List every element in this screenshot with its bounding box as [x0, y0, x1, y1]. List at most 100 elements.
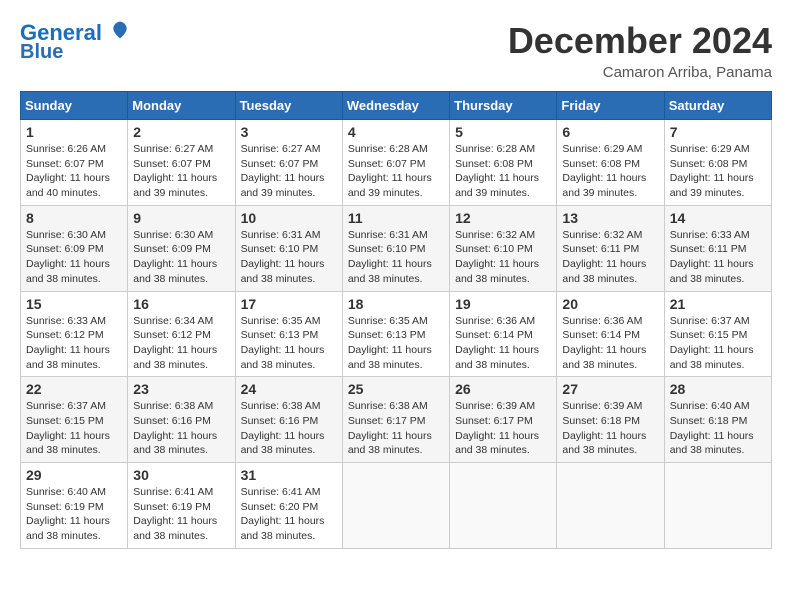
calendar-cell: 28 Sunrise: 6:40 AMSunset: 6:18 PMDayligh…: [664, 377, 771, 463]
calendar-table: SundayMondayTuesdayWednesdayThursdayFrid…: [20, 91, 772, 549]
day-info: Sunrise: 6:32 AMSunset: 6:10 PMDaylight:…: [455, 228, 551, 287]
day-info: Sunrise: 6:36 AMSunset: 6:14 PMDaylight:…: [455, 314, 551, 373]
day-number: 17: [241, 296, 337, 312]
month-title: December 2024: [508, 20, 772, 62]
calendar-day-header: Saturday: [664, 92, 771, 120]
day-info: Sunrise: 6:26 AMSunset: 6:07 PMDaylight:…: [26, 142, 122, 201]
calendar-cell: 23Sunrise: 6:38 AMSunset: 6:16 PMDayligh…: [128, 377, 235, 463]
day-number: 29: [26, 467, 122, 483]
day-info: Sunrise: 6:38 AMSunset: 6:16 PMDaylight:…: [241, 399, 337, 458]
calendar-cell: 13 Sunrise: 6:32 AMSunset: 6:11 PMDayligh…: [557, 205, 664, 291]
day-number: 14: [670, 210, 766, 226]
calendar-day-header: Wednesday: [342, 92, 449, 120]
calendar-cell: 16 Sunrise: 6:34 AMSunset: 6:12 PMDayligh…: [128, 291, 235, 377]
calendar-cell: 10Sunrise: 6:31 AMSunset: 6:10 PMDayligh…: [235, 205, 342, 291]
day-info: Sunrise: 6:34 AMSunset: 6:12 PMDaylight:…: [133, 314, 229, 373]
day-number: 24: [241, 381, 337, 397]
day-number: 30: [133, 467, 229, 483]
calendar-cell: 26 Sunrise: 6:39 AMSunset: 6:17 PMDayligh…: [450, 377, 557, 463]
day-number: 25: [348, 381, 444, 397]
day-number: 1: [26, 124, 122, 140]
calendar-cell: 18 Sunrise: 6:35 AMSunset: 6:13 PMDayligh…: [342, 291, 449, 377]
calendar-cell: 4 Sunrise: 6:28 AMSunset: 6:07 PMDaylight…: [342, 120, 449, 206]
day-info: Sunrise: 6:30 AMSunset: 6:09 PMDaylight:…: [133, 228, 229, 287]
day-number: 31: [241, 467, 337, 483]
calendar-week-row: 8 Sunrise: 6:30 AMSunset: 6:09 PMDaylight…: [21, 205, 772, 291]
day-info: Sunrise: 6:27 AMSunset: 6:07 PMDaylight:…: [241, 142, 337, 201]
calendar-cell: 15Sunrise: 6:33 AMSunset: 6:12 PMDayligh…: [21, 291, 128, 377]
calendar-cell: [664, 463, 771, 549]
day-number: 7: [670, 124, 766, 140]
calendar-day-header: Monday: [128, 92, 235, 120]
day-info: Sunrise: 6:36 AMSunset: 6:14 PMDaylight:…: [562, 314, 658, 373]
day-info: Sunrise: 6:39 AMSunset: 6:17 PMDaylight:…: [455, 399, 551, 458]
calendar-cell: [450, 463, 557, 549]
day-info: Sunrise: 6:31 AMSunset: 6:10 PMDaylight:…: [348, 228, 444, 287]
day-info: Sunrise: 6:39 AMSunset: 6:18 PMDaylight:…: [562, 399, 658, 458]
day-number: 3: [241, 124, 337, 140]
location: Camaron Arriba, Panama: [508, 64, 772, 81]
calendar-cell: 30Sunrise: 6:41 AMSunset: 6:19 PMDayligh…: [128, 463, 235, 549]
day-number: 19: [455, 296, 551, 312]
day-info: Sunrise: 6:28 AMSunset: 6:07 PMDaylight:…: [348, 142, 444, 201]
calendar-week-row: 29 Sunrise: 6:40 AMSunset: 6:19 PMDayligh…: [21, 463, 772, 549]
calendar-cell: 21 Sunrise: 6:37 AMSunset: 6:15 PMDayligh…: [664, 291, 771, 377]
calendar-cell: 8Sunrise: 6:30 AMSunset: 6:09 PMDaylight…: [21, 205, 128, 291]
day-number: 10: [241, 210, 337, 226]
day-info: Sunrise: 6:40 AMSunset: 6:18 PMDaylight:…: [670, 399, 766, 458]
calendar-cell: 31Sunrise: 6:41 AMSunset: 6:20 PMDayligh…: [235, 463, 342, 549]
day-number: 20: [562, 296, 658, 312]
page-header: General Blue December 2024 Camaron Arrib…: [20, 20, 772, 81]
calendar-cell: [557, 463, 664, 549]
calendar-cell: 1 Sunrise: 6:26 AMSunset: 6:07 PMDaylight…: [21, 120, 128, 206]
calendar-header-row: SundayMondayTuesdayWednesdayThursdayFrid…: [21, 92, 772, 120]
calendar-week-row: 1 Sunrise: 6:26 AMSunset: 6:07 PMDaylight…: [21, 120, 772, 206]
calendar-cell: 20 Sunrise: 6:36 AMSunset: 6:14 PMDayligh…: [557, 291, 664, 377]
calendar-cell: 22 Sunrise: 6:37 AMSunset: 6:15 PMDayligh…: [21, 377, 128, 463]
title-area: December 2024 Camaron Arriba, Panama: [508, 20, 772, 81]
calendar-cell: 17Sunrise: 6:35 AMSunset: 6:13 PMDayligh…: [235, 291, 342, 377]
day-number: 21: [670, 296, 766, 312]
day-number: 26: [455, 381, 551, 397]
logo: General Blue: [20, 20, 130, 63]
day-number: 8: [26, 210, 122, 226]
calendar-cell: 27 Sunrise: 6:39 AMSunset: 6:18 PMDayligh…: [557, 377, 664, 463]
day-info: Sunrise: 6:37 AMSunset: 6:15 PMDaylight:…: [26, 399, 122, 458]
day-number: 13: [562, 210, 658, 226]
calendar-cell: [342, 463, 449, 549]
calendar-cell: 3 Sunrise: 6:27 AMSunset: 6:07 PMDaylight…: [235, 120, 342, 206]
day-info: Sunrise: 6:29 AMSunset: 6:08 PMDaylight:…: [670, 142, 766, 201]
day-info: Sunrise: 6:35 AMSunset: 6:13 PMDaylight:…: [348, 314, 444, 373]
day-number: 16: [133, 296, 229, 312]
calendar-cell: 12 Sunrise: 6:32 AMSunset: 6:10 PMDayligh…: [450, 205, 557, 291]
day-info: Sunrise: 6:29 AMSunset: 6:08 PMDaylight:…: [562, 142, 658, 201]
calendar-cell: 6 Sunrise: 6:29 AMSunset: 6:08 PMDaylight…: [557, 120, 664, 206]
day-number: 12: [455, 210, 551, 226]
day-info: Sunrise: 6:32 AMSunset: 6:11 PMDaylight:…: [562, 228, 658, 287]
day-number: 11: [348, 210, 444, 226]
day-info: Sunrise: 6:40 AMSunset: 6:19 PMDaylight:…: [26, 485, 122, 544]
day-number: 22: [26, 381, 122, 397]
calendar-day-header: Tuesday: [235, 92, 342, 120]
day-number: 5: [455, 124, 551, 140]
calendar-day-header: Friday: [557, 92, 664, 120]
day-number: 9: [133, 210, 229, 226]
calendar-cell: 25Sunrise: 6:38 AMSunset: 6:17 PMDayligh…: [342, 377, 449, 463]
calendar-cell: 2Sunrise: 6:27 AMSunset: 6:07 PMDaylight…: [128, 120, 235, 206]
day-info: Sunrise: 6:27 AMSunset: 6:07 PMDaylight:…: [133, 142, 229, 201]
calendar-cell: 7 Sunrise: 6:29 AMSunset: 6:08 PMDaylight…: [664, 120, 771, 206]
day-number: 28: [670, 381, 766, 397]
day-info: Sunrise: 6:37 AMSunset: 6:15 PMDaylight:…: [670, 314, 766, 373]
calendar-cell: 5 Sunrise: 6:28 AMSunset: 6:08 PMDaylight…: [450, 120, 557, 206]
calendar-cell: 19 Sunrise: 6:36 AMSunset: 6:14 PMDayligh…: [450, 291, 557, 377]
day-number: 6: [562, 124, 658, 140]
calendar-cell: 9 Sunrise: 6:30 AMSunset: 6:09 PMDaylight…: [128, 205, 235, 291]
calendar-week-row: 15Sunrise: 6:33 AMSunset: 6:12 PMDayligh…: [21, 291, 772, 377]
calendar-cell: 29 Sunrise: 6:40 AMSunset: 6:19 PMDayligh…: [21, 463, 128, 549]
day-number: 4: [348, 124, 444, 140]
day-info: Sunrise: 6:28 AMSunset: 6:08 PMDaylight:…: [455, 142, 551, 201]
day-info: Sunrise: 6:33 AMSunset: 6:11 PMDaylight:…: [670, 228, 766, 287]
day-number: 18: [348, 296, 444, 312]
day-number: 27: [562, 381, 658, 397]
day-info: Sunrise: 6:38 AMSunset: 6:16 PMDaylight:…: [133, 399, 229, 458]
